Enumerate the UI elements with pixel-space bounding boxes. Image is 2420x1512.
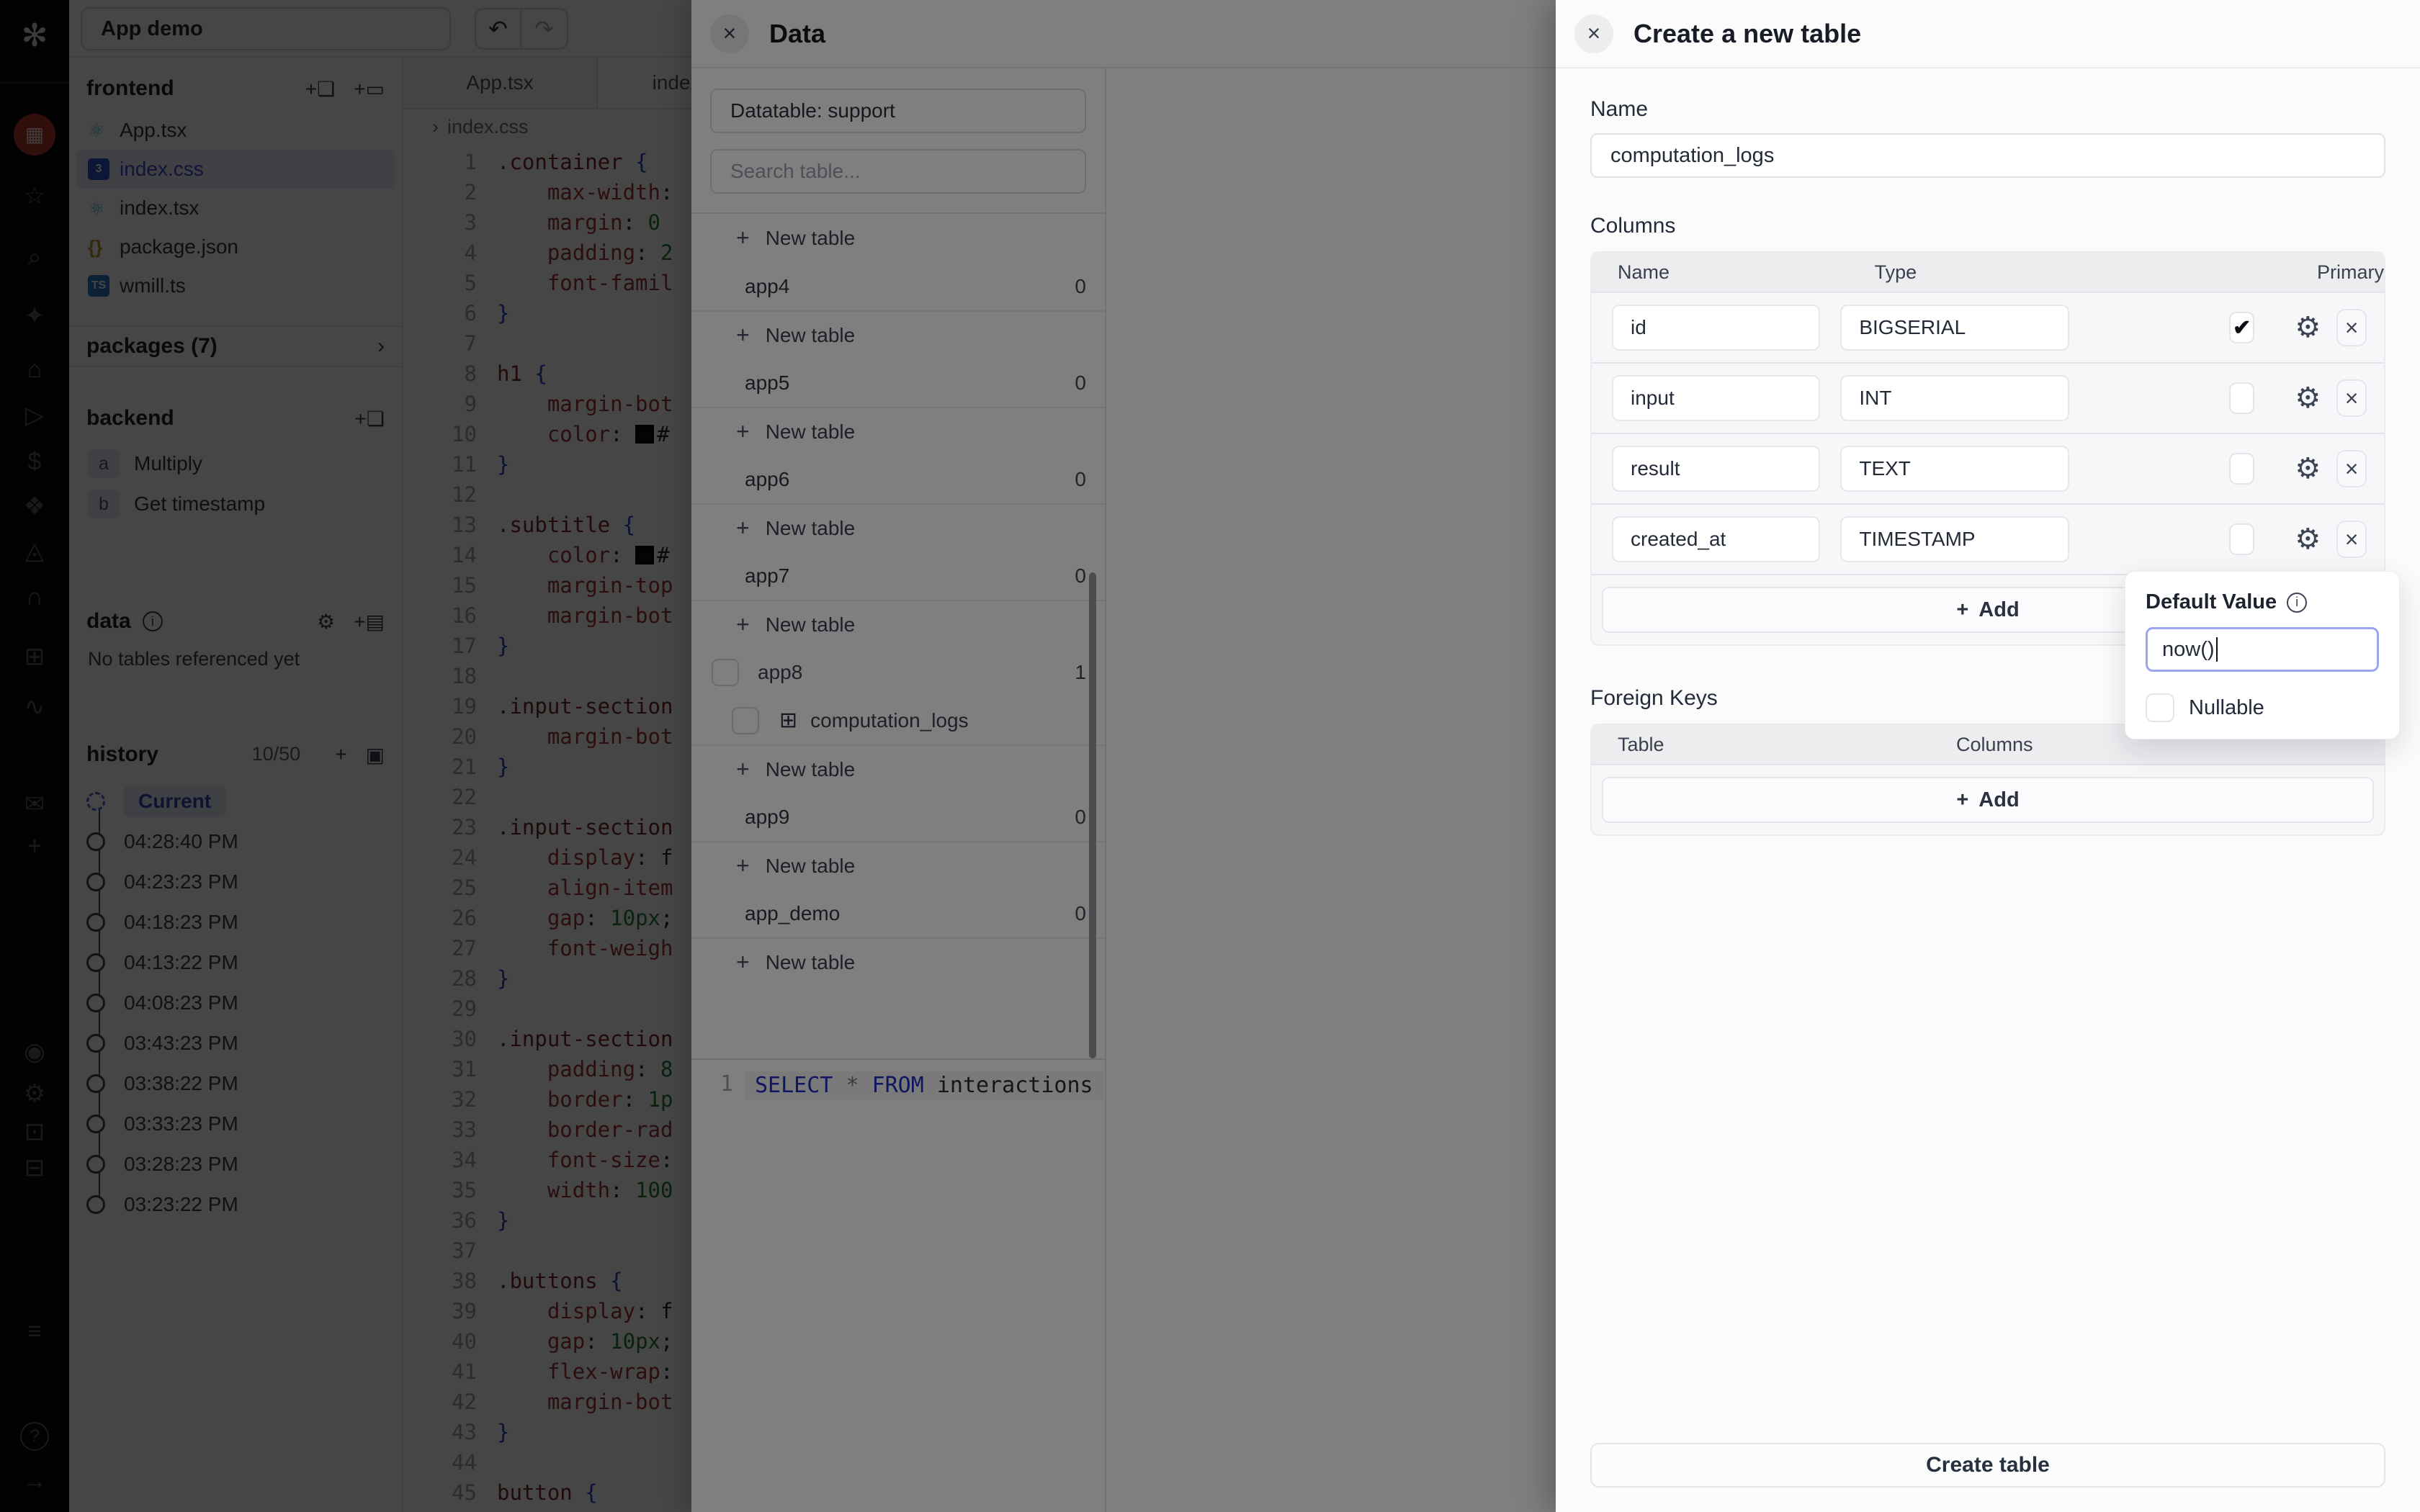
column-name-input[interactable]: input bbox=[1612, 375, 1820, 421]
column-row-created_at: created_at TIMESTAMP ⚙ × bbox=[1592, 503, 2384, 574]
fk-add-row: + Add bbox=[1592, 764, 2384, 834]
foreign-keys-table: Table Columns + Add bbox=[1590, 724, 2385, 836]
create-table-header: × Create a new table bbox=[1556, 0, 2420, 68]
header-table: Table bbox=[1618, 734, 1956, 756]
default-value-popup: Default Value i now() Nullable bbox=[2125, 571, 2400, 739]
default-value-input[interactable]: now() bbox=[2146, 627, 2379, 672]
column-name-input[interactable]: created_at bbox=[1612, 516, 1820, 562]
plus-icon: + bbox=[1956, 788, 1968, 812]
primary-checkbox[interactable] bbox=[2229, 453, 2254, 485]
gear-icon[interactable]: ⚙ bbox=[2295, 384, 2321, 413]
column-type-input[interactable]: TIMESTAMP bbox=[1840, 516, 2069, 562]
table-name-input[interactable]: computation_logs bbox=[1590, 133, 2385, 178]
columns-table-header: Name Type Primary bbox=[1592, 253, 2384, 292]
primary-checkbox[interactable] bbox=[2229, 523, 2254, 555]
column-row-id: id BIGSERIAL ✔ ⚙ × bbox=[1592, 292, 2384, 362]
header-primary: Primary bbox=[2317, 261, 2384, 284]
close-button[interactable]: × bbox=[1574, 14, 1613, 53]
add-column-label: Add bbox=[1978, 598, 2019, 622]
gear-icon[interactable]: ⚙ bbox=[2295, 525, 2321, 554]
column-name-input[interactable]: id bbox=[1612, 305, 1820, 351]
default-value-label: Default Value bbox=[2146, 590, 2277, 614]
dim-overlay-drawer bbox=[0, 0, 1556, 1512]
primary-checkbox[interactable] bbox=[2229, 382, 2254, 414]
add-fk-label: Add bbox=[1978, 788, 2019, 812]
add-foreign-key-button[interactable]: + Add bbox=[1602, 777, 2374, 823]
name-label: Name bbox=[1590, 97, 2385, 122]
remove-column-button[interactable]: × bbox=[2336, 521, 2367, 558]
header-columns: Columns bbox=[1956, 734, 2033, 756]
primary-checkbox[interactable]: ✔ bbox=[2229, 312, 2254, 343]
nullable-checkbox[interactable] bbox=[2146, 693, 2174, 722]
column-row-input: input INT ⚙ × bbox=[1592, 362, 2384, 433]
columns-label: Columns bbox=[1590, 214, 2385, 238]
column-type-input[interactable]: INT bbox=[1840, 375, 2069, 421]
text-cursor bbox=[2216, 637, 2218, 662]
gear-icon[interactable]: ⚙ bbox=[2295, 454, 2321, 483]
close-icon: × bbox=[1587, 20, 1601, 47]
column-type-input[interactable]: TEXT bbox=[1840, 446, 2069, 492]
column-name-input[interactable]: result bbox=[1612, 446, 1820, 492]
column-type-input[interactable]: BIGSERIAL bbox=[1840, 305, 2069, 351]
create-table-button[interactable]: Create table bbox=[1590, 1443, 2385, 1488]
remove-column-button[interactable]: × bbox=[2336, 450, 2367, 487]
remove-column-button[interactable]: × bbox=[2336, 309, 2367, 346]
create-table-title: Create a new table bbox=[1634, 19, 1861, 49]
info-icon: i bbox=[2287, 593, 2307, 613]
header-name: Name bbox=[1618, 261, 1863, 284]
default-value-text: now() bbox=[2162, 638, 2215, 662]
header-type: Type bbox=[1875, 261, 2147, 284]
remove-column-button[interactable]: × bbox=[2336, 379, 2367, 417]
plus-icon: + bbox=[1956, 598, 1968, 622]
nullable-label: Nullable bbox=[2189, 696, 2264, 720]
gear-icon[interactable]: ⚙ bbox=[2295, 313, 2321, 342]
column-row-result: result TEXT ⚙ × bbox=[1592, 433, 2384, 503]
create-table-drawer: × Create a new table Name computation_lo… bbox=[1556, 0, 2420, 1512]
